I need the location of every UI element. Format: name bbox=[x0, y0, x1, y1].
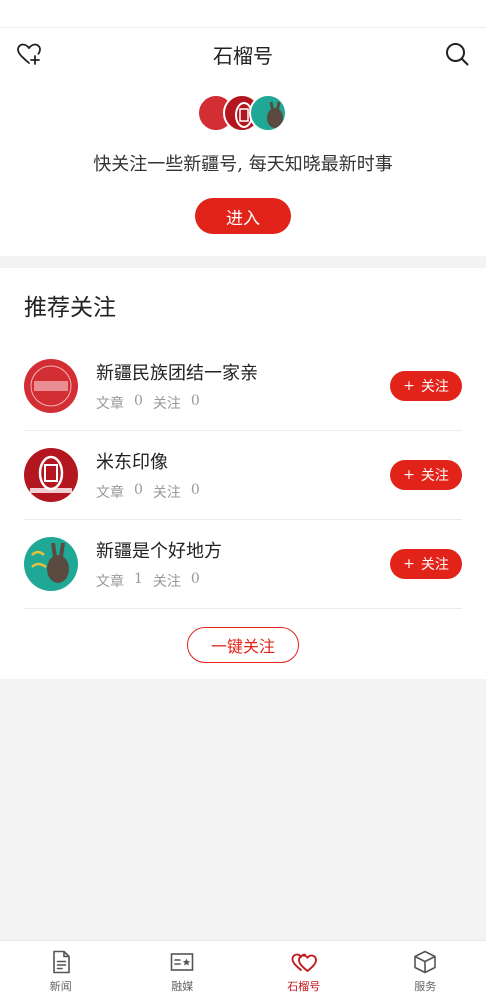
item-name: 新疆民族团结一家亲 bbox=[96, 363, 258, 384]
follows-label: 关注 bbox=[152, 396, 181, 412]
tab-label: 新闻 bbox=[49, 980, 72, 993]
follow-button[interactable]: + 关注 bbox=[390, 460, 462, 490]
page-title: 石榴号 bbox=[213, 43, 273, 68]
item-name: 新疆是个好地方 bbox=[96, 541, 222, 562]
item-info: 新疆民族团结一家亲 文章 0 关注 0 bbox=[96, 359, 390, 413]
plus-icon: + bbox=[403, 556, 415, 572]
bottom-tab-bar: 新闻 融媒 石榴号 服务 bbox=[0, 940, 486, 1000]
follows-count: 0 bbox=[190, 482, 200, 498]
tab-shiliuhao[interactable]: 石榴号 bbox=[243, 941, 365, 1000]
articles-count: 1 bbox=[134, 571, 143, 587]
articles-count: 0 bbox=[134, 393, 143, 409]
top-section: 石榴号 快关注一些新疆号, 每天知晓最新时事 进入 bbox=[0, 28, 486, 256]
section-gap bbox=[0, 256, 486, 268]
header: 石榴号 bbox=[0, 28, 486, 80]
follow-button[interactable]: + 关注 bbox=[390, 549, 462, 579]
list-item[interactable]: 新疆是个好地方 文章 1 关注 0 + 关注 bbox=[24, 520, 462, 609]
item-stats: 文章 0 关注 0 bbox=[96, 393, 390, 413]
avatar[interactable] bbox=[24, 448, 78, 502]
articles-label: 文章 bbox=[96, 485, 124, 501]
follows-count: 0 bbox=[190, 393, 200, 409]
follow-button[interactable]: + 关注 bbox=[390, 371, 462, 401]
item-stats: 文章 1 关注 0 bbox=[96, 571, 390, 591]
avatar[interactable] bbox=[24, 537, 78, 591]
recommend-title: 推荐关注 bbox=[24, 295, 116, 321]
tab-news[interactable]: 新闻 bbox=[0, 941, 122, 1000]
enter-button[interactable]: 进入 bbox=[195, 198, 291, 234]
articles-label: 文章 bbox=[96, 574, 124, 590]
item-name: 米东印像 bbox=[96, 452, 168, 473]
articles-label: 文章 bbox=[96, 396, 124, 412]
status-bar bbox=[0, 0, 486, 28]
tab-media[interactable]: 融媒 bbox=[122, 941, 244, 1000]
recommend-section: 推荐关注 新疆民族团结一家亲 文章 0 关注 0 + 关注 米东印像 文章 0 … bbox=[0, 268, 486, 679]
avatar[interactable] bbox=[24, 359, 78, 413]
document-icon bbox=[52, 950, 70, 974]
follow-label: 关注 bbox=[420, 468, 449, 484]
follow-label: 关注 bbox=[420, 557, 449, 573]
follow-label: 关注 bbox=[420, 379, 449, 395]
tab-label: 石榴号 bbox=[287, 980, 321, 993]
plus-icon: + bbox=[403, 378, 415, 394]
tab-services[interactable]: 服务 bbox=[365, 941, 486, 1000]
articles-count: 0 bbox=[134, 482, 143, 498]
list-item[interactable]: 新疆民族团结一家亲 文章 0 关注 0 + 关注 bbox=[24, 342, 462, 431]
follows-label: 关注 bbox=[152, 485, 181, 501]
heart-plus-icon[interactable] bbox=[16, 41, 42, 67]
follow-all-button[interactable]: 一键关注 bbox=[187, 627, 299, 663]
media-card-icon bbox=[170, 953, 194, 971]
cube-icon bbox=[414, 950, 437, 974]
search-icon[interactable] bbox=[444, 41, 470, 67]
item-info: 米东印像 文章 0 关注 0 bbox=[96, 448, 390, 502]
item-stats: 文章 0 关注 0 bbox=[96, 482, 390, 502]
intro-text: 快关注一些新疆号, 每天知晓最新时事 bbox=[93, 154, 393, 175]
tab-label: 服务 bbox=[414, 980, 437, 993]
plus-icon: + bbox=[403, 467, 415, 483]
follows-count: 0 bbox=[190, 571, 200, 587]
item-info: 新疆是个好地方 文章 1 关注 0 bbox=[96, 537, 390, 591]
avatar-stack bbox=[193, 90, 293, 138]
stack-avatar-3 bbox=[249, 94, 287, 132]
tab-label: 融媒 bbox=[171, 980, 194, 993]
list-item[interactable]: 米东印像 文章 0 关注 0 + 关注 bbox=[24, 431, 462, 520]
follows-label: 关注 bbox=[152, 574, 181, 590]
hearts-icon bbox=[291, 953, 317, 972]
